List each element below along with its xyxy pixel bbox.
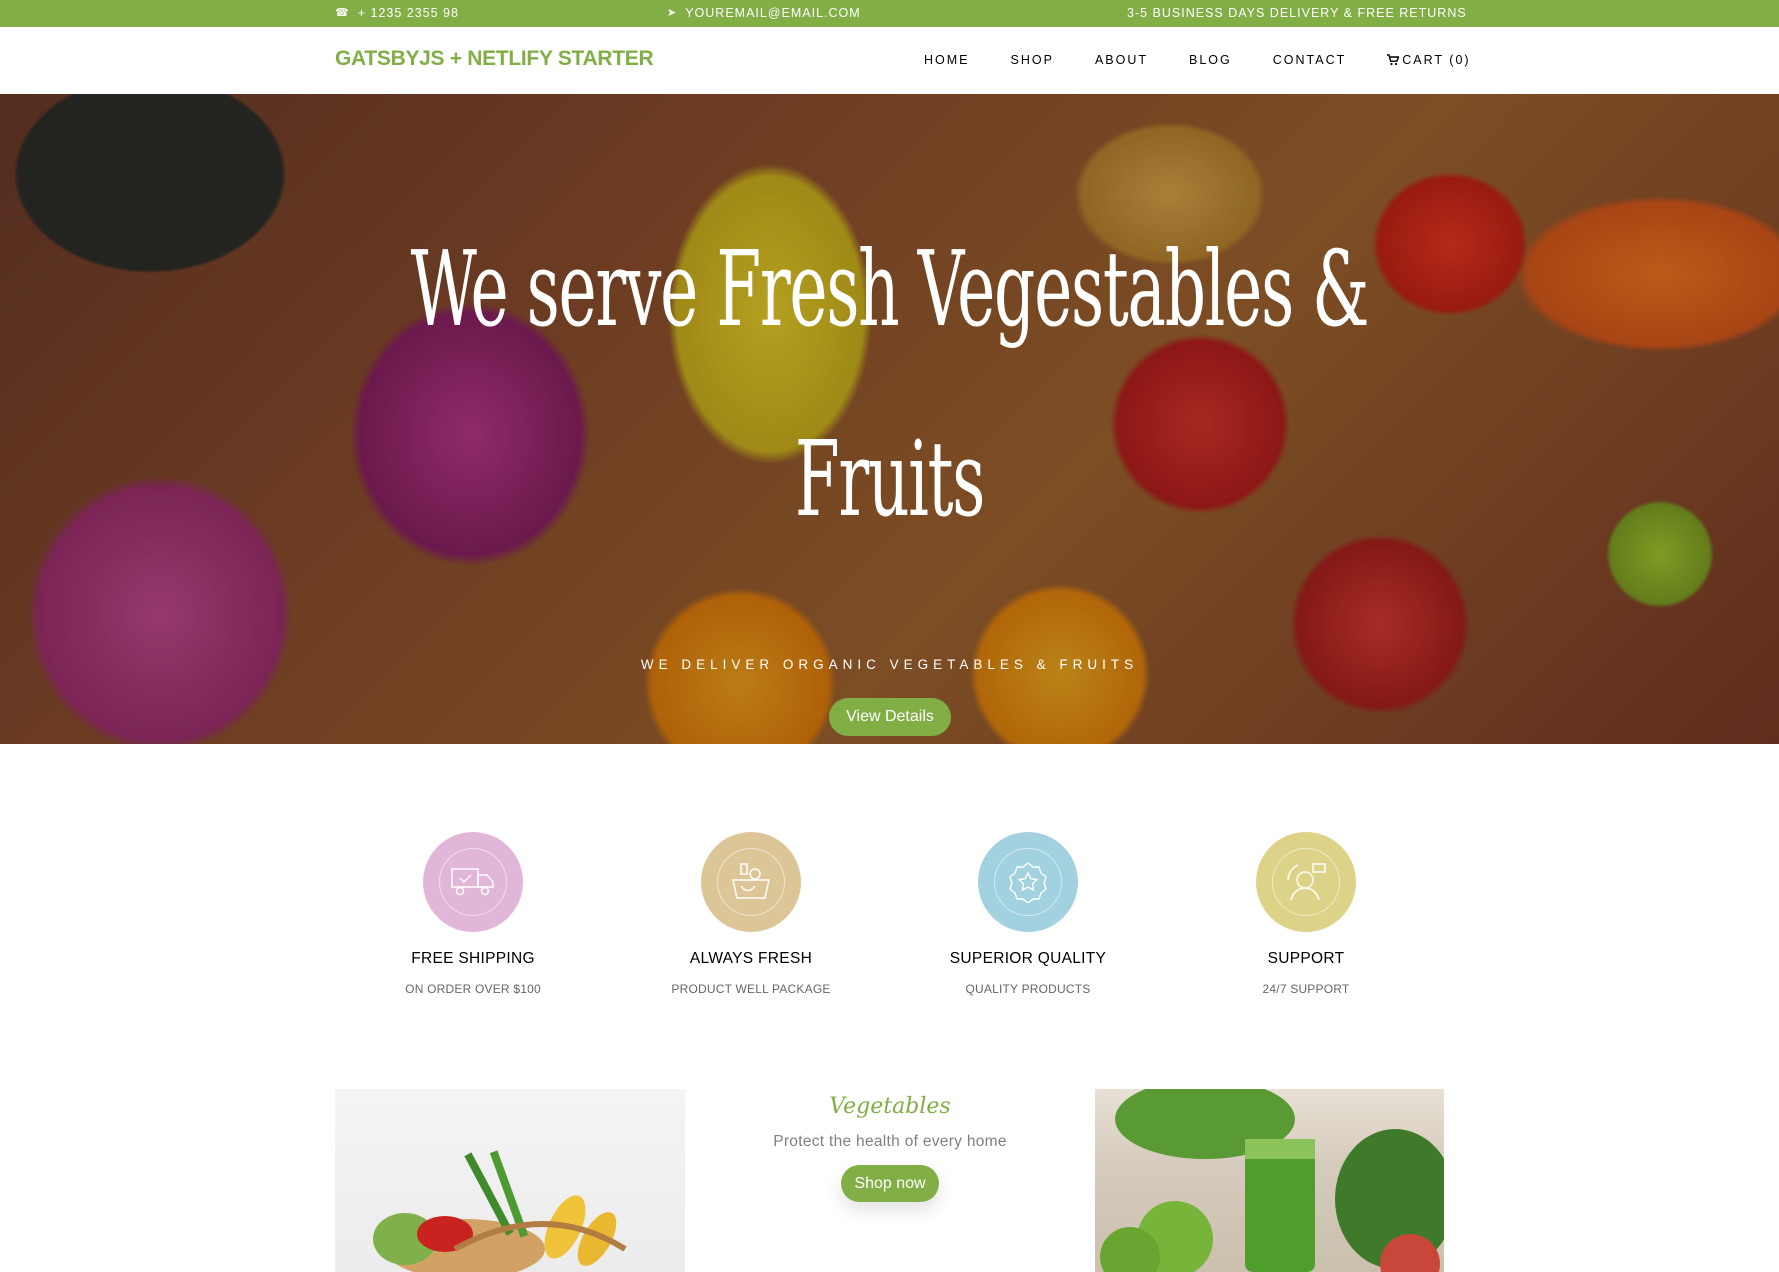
category-description: Protect the health of every home (773, 1133, 1007, 1150)
shop-now-button[interactable]: Shop now (841, 1165, 939, 1202)
juice-illustration (1100, 1089, 1444, 1272)
nav-menu: HOME SHOP ABOUT BLOG CONTACT CART (0) (924, 53, 1471, 67)
green-juice-image[interactable] (1095, 1089, 1444, 1272)
email-contact: ➤ YOUREMAIL@EMAIL.COM (667, 6, 861, 20)
nav-about[interactable]: ABOUT (1095, 53, 1148, 67)
delivery-notice: 3-5 BUSINESS DAYS DELIVERY & FREE RETURN… (1127, 6, 1467, 20)
email-address: YOUREMAIL@EMAIL.COM (685, 6, 861, 20)
cart-label: CART (0) (1402, 53, 1471, 67)
phone-icon: ☎ (335, 6, 350, 19)
basket-illustration (373, 1150, 627, 1272)
category-vegetables: Vegetables Protect the health of every h… (685, 1090, 1095, 1202)
site-brand[interactable]: GATSBYJS + NETLIFY STARTER (335, 47, 654, 71)
nav-home[interactable]: HOME (924, 53, 970, 67)
award-badge-icon (1009, 862, 1047, 903)
view-details-button[interactable]: View Details (829, 698, 951, 736)
service-title: SUPPORT (1267, 950, 1345, 967)
nav-shop[interactable]: SHOP (1011, 53, 1054, 67)
service-support: SUPPORT 24/7 SUPPORT (1186, 832, 1426, 996)
paper-plane-icon: ➤ (667, 6, 678, 19)
nav-cart[interactable]: CART (0) (1387, 53, 1470, 67)
service-title: FREE SHIPPING (411, 950, 535, 967)
hero-title-line-2: Fruits (794, 418, 986, 540)
service-superior-quality: SUPERIOR QUALITY QUALITY PRODUCTS (908, 832, 1148, 996)
hero-title: We serve Fresh Vegestables & Fruits (338, 194, 1441, 574)
main-navbar: GATSBYJS + NETLIFY STARTER HOME SHOP ABO… (0, 27, 1779, 95)
service-always-fresh: ALWAYS FRESH PRODUCT WELL PACKAGE (631, 832, 871, 996)
cart-icon (1387, 54, 1400, 66)
hero-title-line-1: We serve Fresh Vegestables & (410, 228, 1370, 350)
phone-number: + 1235 2355 98 (357, 6, 459, 20)
hero-banner: We serve Fresh Vegestables & Fruits WE D… (0, 94, 1779, 744)
grocery-basket-icon (732, 863, 770, 899)
service-desc: PRODUCT WELL PACKAGE (671, 982, 831, 996)
nav-contact[interactable]: CONTACT (1273, 53, 1347, 67)
service-icon-circle (1256, 832, 1356, 932)
hero-subtitle: WE DELIVER ORGANIC VEGETABLES & FRUITS (640, 657, 1139, 672)
service-desc: ON ORDER OVER $100 (405, 982, 541, 996)
service-title: ALWAYS FRESH (689, 950, 813, 967)
delivery-text: 3-5 BUSINESS DAYS DELIVERY & FREE RETURN… (1127, 6, 1467, 20)
service-desc: 24/7 SUPPORT (1262, 982, 1350, 996)
service-icon-circle (423, 832, 523, 932)
support-agent-icon (1287, 863, 1326, 901)
service-icon-circle (701, 832, 801, 932)
service-desc: QUALITY PRODUCTS (965, 982, 1091, 996)
delivery-truck-icon (451, 868, 494, 896)
phone-contact: ☎ + 1235 2355 98 (335, 6, 459, 20)
vegetables-basket-image[interactable] (335, 1089, 685, 1272)
service-free-shipping: FREE SHIPPING ON ORDER OVER $100 (353, 832, 593, 996)
category-title: Vegetables (829, 1094, 951, 1119)
service-title: SUPERIOR QUALITY (949, 950, 1107, 967)
nav-blog[interactable]: BLOG (1189, 53, 1232, 67)
top-info-bar: ☎ + 1235 2355 98 ➤ YOUREMAIL@EMAIL.COM 3… (0, 0, 1779, 27)
service-icon-circle (978, 832, 1078, 932)
